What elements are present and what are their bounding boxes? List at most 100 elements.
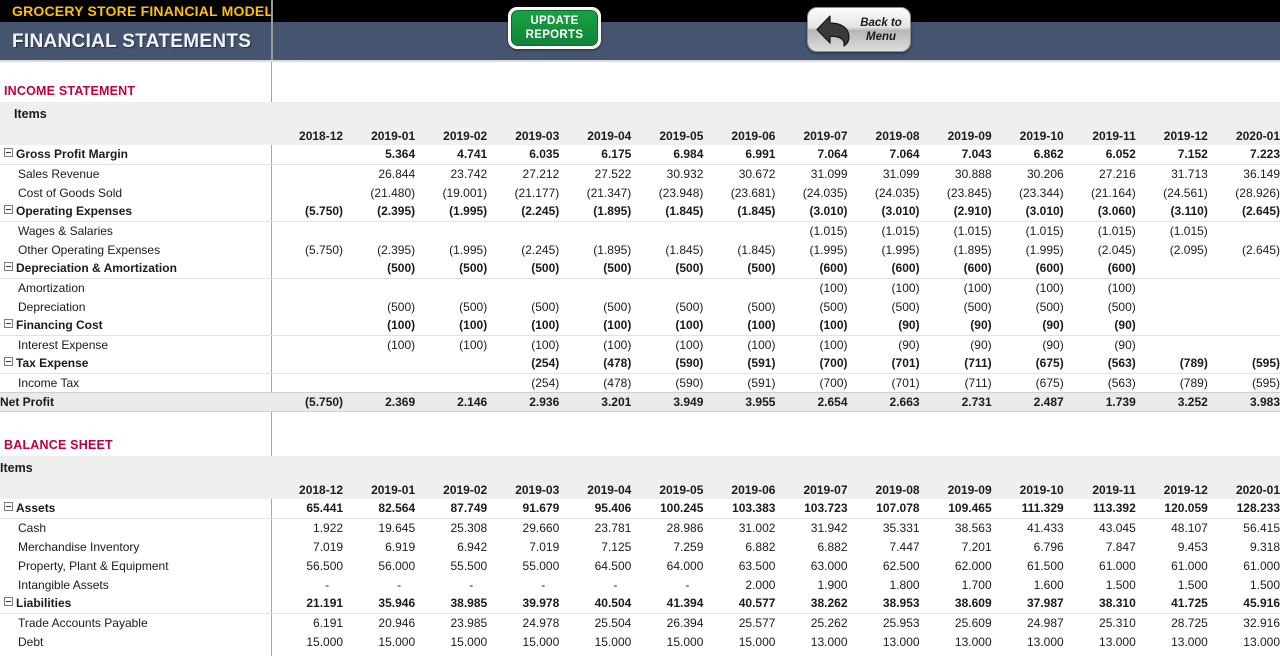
value-cell: - [541, 577, 546, 592]
value-cell: 38.609 [919, 594, 992, 614]
value-cell: (19.001) [442, 185, 488, 200]
balance-sheet-section: BALANCE SHEET Items 2018-12 2019-01 2019-02… [0, 434, 1280, 651]
value-cell: 1.900 [817, 577, 848, 592]
table-row: Debt 15.000 15.000 15.000 15.000 15.000 15.000… [0, 632, 1280, 651]
value-cell: 30.672 [738, 166, 776, 181]
value-cell: (5.750) [305, 242, 344, 257]
row-label-cell: Operating Expenses [0, 202, 271, 222]
value-cell: 56.415 [1243, 520, 1280, 535]
value-cell: 41.394 [631, 594, 704, 614]
value-cell [271, 297, 343, 316]
value-cell [271, 335, 343, 354]
value-cell: (1.895) [559, 202, 632, 222]
update-reports-button[interactable]: UPDATE REPORTS [508, 7, 601, 49]
table-row: Sales Revenue 26.844 23.742 27.212 27.522 30.… [0, 164, 1280, 183]
value-cell: 32.916 [1243, 615, 1280, 630]
value-cell: (1.015) [953, 223, 992, 238]
value-cell: (5.750) [271, 391, 344, 412]
collapse-minus-icon[interactable] [4, 262, 13, 272]
value-cell: 62.500 [882, 558, 920, 573]
value-cell: 38.985 [415, 594, 488, 614]
collapse-minus-icon[interactable] [4, 357, 13, 367]
value-cell: (100) [703, 316, 776, 336]
items-header-spacer [271, 456, 1280, 480]
value-cell: 1.922 [313, 520, 344, 535]
update-reports-button-face: UPDATE REPORTS [511, 10, 598, 46]
row-label-cell: Property, Plant & Equipment [0, 556, 271, 575]
value-cell: 13.000 [1243, 634, 1280, 649]
back-to-menu-button[interactable]: Back to Menu [807, 7, 911, 52]
worksheet-area: INCOME STATEMENT Items 2018-12 2019-01 2019… [0, 62, 1280, 656]
collapse-minus-icon[interactable] [4, 205, 13, 215]
value-cell: 25.262 [810, 615, 848, 630]
value-cell: 120.059 [1135, 499, 1208, 519]
row-label: Gross Profit Margin [16, 147, 129, 162]
value-cell: (100) [343, 316, 416, 336]
row-label-cell: Trade Accounts Payable [0, 613, 271, 632]
row-label-cell: Cost of Goods Sold [0, 183, 271, 202]
value-cell: 6.882 [745, 539, 776, 554]
value-cell: 24.978 [522, 615, 560, 630]
period-header-cell: 2019-10 [1019, 128, 1064, 143]
table-row: Trade Accounts Payable 6.191 20.946 23.985 2… [0, 613, 1280, 632]
collapse-minus-icon[interactable] [4, 502, 13, 512]
value-cell: 23.985 [450, 615, 488, 630]
value-cell: 13.000 [882, 634, 920, 649]
value-cell [631, 221, 703, 240]
value-cell: 2.487 [991, 391, 1064, 412]
value-cell: 1.700 [961, 577, 992, 592]
period-header-cell: 2019-02 [443, 482, 488, 497]
value-cell [271, 145, 344, 165]
value-cell: 7.019 [313, 539, 344, 554]
table-row: Interest Expense (100) (100) (100) (100) (100… [0, 335, 1280, 354]
table-row: Amortization (100) (100) (100) (100) (100) [0, 278, 1280, 297]
value-cell: - [469, 577, 474, 592]
value-cell: 31.099 [882, 166, 920, 181]
income-statement-table: Items 2018-12 2019-01 2019-02 2019-03 2019-04… [0, 102, 1280, 412]
value-cell: 2.663 [847, 391, 920, 412]
collapse-minus-icon[interactable] [4, 597, 13, 607]
row-label: Merchandise Inventory [18, 539, 140, 554]
value-cell: (23.681) [730, 185, 776, 200]
value-cell: 4.741 [415, 145, 488, 165]
value-cell: 2.146 [415, 391, 488, 412]
value-cell: 40.577 [703, 594, 776, 614]
value-cell: 15.000 [378, 634, 416, 649]
value-cell: 128.233 [1207, 499, 1280, 519]
period-header-cell: 2019-03 [515, 128, 560, 143]
table-row: Depreciation (500) (500) (500) (500) (500) (50… [0, 297, 1280, 316]
value-cell: 6.052 [1063, 145, 1136, 165]
value-cell: 65.441 [271, 499, 344, 519]
value-cell: (2.245) [521, 242, 560, 257]
value-cell: 15.000 [738, 634, 776, 649]
value-cell: 20.946 [378, 615, 416, 630]
value-cell: 45.916 [1207, 594, 1280, 614]
value-cell: (500) [343, 259, 416, 279]
collapse-minus-icon[interactable] [4, 319, 13, 329]
value-cell: 29.660 [522, 520, 560, 535]
collapse-minus-icon[interactable] [4, 148, 13, 158]
value-cell: 55.000 [522, 558, 560, 573]
value-cell: 15.000 [450, 634, 488, 649]
value-cell: 61.500 [1026, 558, 1064, 573]
value-cell [271, 183, 343, 202]
value-cell: (2.910) [919, 202, 992, 222]
value-cell [1207, 316, 1280, 336]
value-cell: 31.002 [738, 520, 776, 535]
table-row: Tax Expense (254) (478) (590) (591) (700) (701… [0, 354, 1280, 374]
value-cell: (478) [559, 354, 632, 374]
value-cell: (3.010) [991, 202, 1064, 222]
value-cell: 13.000 [1099, 634, 1136, 649]
value-cell: 41.725 [1135, 594, 1208, 614]
row-label-cell: Depreciation & Amortization [0, 259, 271, 279]
value-cell: (701) [847, 354, 920, 374]
value-cell: (675) [991, 354, 1064, 374]
value-cell: (100) [891, 280, 920, 295]
value-cell: 26.394 [666, 615, 704, 630]
value-cell: 28.725 [1171, 615, 1208, 630]
value-cell: (1.845) [665, 242, 704, 257]
value-cell: 7.125 [601, 539, 632, 554]
period-header-cell: 2019-10 [1019, 482, 1064, 497]
value-cell: 36.149 [1243, 166, 1280, 181]
value-cell: (789) [1135, 354, 1208, 374]
